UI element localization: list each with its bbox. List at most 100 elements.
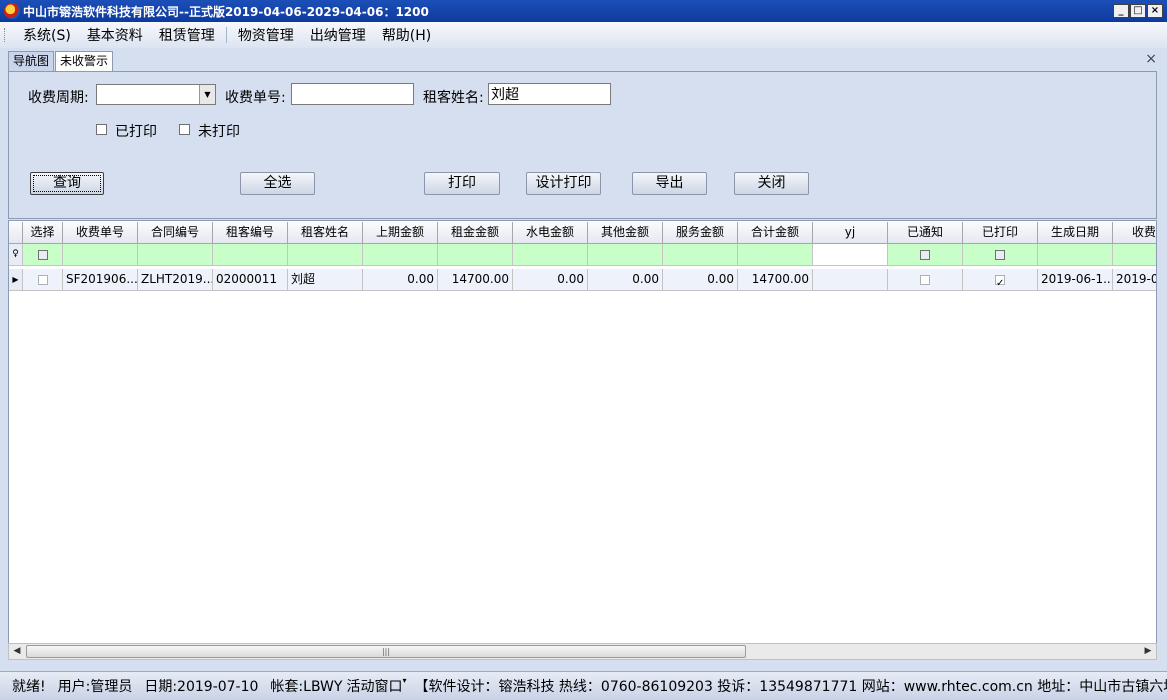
active-window-dropdown[interactable]: 活动窗口▾	[344, 676, 408, 696]
row-select-checkbox[interactable]	[37, 274, 48, 285]
tenant-name-input[interactable]	[488, 83, 611, 105]
export-button[interactable]: 导出	[632, 172, 707, 195]
status-date: 日期:2019-07-10	[144, 679, 259, 695]
menu-lease-management[interactable]: 租赁管理	[151, 25, 223, 45]
period-select[interactable]: ▼	[96, 84, 216, 105]
column-header[interactable]: yj	[813, 222, 888, 244]
filter-cell[interactable]	[23, 244, 63, 266]
print-button[interactable]: 打印	[424, 172, 500, 195]
menu-grip-icon	[4, 28, 7, 42]
title-bar: 中山市镕浩软件科技有限公司--正式版2019-04-06-2029-04-06：…	[0, 0, 1167, 22]
service-amount-cell[interactable]: 0.00	[663, 269, 738, 291]
row-pointer-icon: ▶	[9, 269, 23, 291]
menu-material-management[interactable]: 物资管理	[230, 25, 302, 45]
filter-cell[interactable]	[1038, 244, 1113, 266]
close-window-button[interactable]: ×	[1147, 4, 1163, 18]
maximize-button[interactable]: □	[1130, 4, 1146, 18]
scroll-right-icon[interactable]: ▶	[1140, 644, 1156, 659]
printed-cell[interactable]	[963, 269, 1038, 291]
menu-separator	[225, 27, 227, 43]
column-header[interactable]: 选择	[23, 222, 63, 244]
tenant-no-cell[interactable]: 02000011	[213, 269, 288, 291]
bill-no-input[interactable]	[291, 83, 414, 105]
gen-date-cell[interactable]: 2019-06-1...	[1038, 269, 1113, 291]
bills-grid: 选择 收费单号 合同编号 租客编号 租客姓名 上期金额 租金金额 水电金额 其他…	[8, 220, 1157, 660]
yj-cell[interactable]	[813, 269, 888, 291]
filter-cell[interactable]	[63, 244, 138, 266]
column-header[interactable]: 合同编号	[138, 222, 213, 244]
horizontal-scrollbar[interactable]: ◀ ||| ▶	[8, 643, 1157, 660]
filter-cell[interactable]	[138, 244, 213, 266]
column-header[interactable]: 收费周	[1113, 222, 1156, 244]
menu-help[interactable]: 帮助(H)	[374, 25, 439, 45]
design-print-button[interactable]: 设计打印	[526, 172, 601, 195]
printed-checkbox-cell[interactable]	[995, 273, 1005, 290]
minimize-button[interactable]: _	[1113, 4, 1129, 18]
unprinted-label: 未打印	[198, 124, 240, 140]
table-row[interactable]: ▶ SF201906... ZLHT2019... 02000011 刘超 0.…	[9, 269, 1156, 291]
bill-no-cell[interactable]: SF201906...	[63, 269, 138, 291]
printed-checkbox[interactable]	[96, 124, 107, 135]
period-cell[interactable]: 2019-0	[1113, 269, 1156, 291]
close-button[interactable]: 关闭	[734, 172, 809, 195]
filter-cell[interactable]	[438, 244, 513, 266]
app-logo-icon	[4, 3, 20, 19]
filter-cell[interactable]	[963, 244, 1038, 266]
filter-cell[interactable]	[513, 244, 588, 266]
filter-cell[interactable]	[738, 244, 813, 266]
period-label: 收费周期:	[28, 90, 89, 106]
menu-system[interactable]: 系统(S)	[15, 25, 79, 45]
filter-cell[interactable]	[888, 244, 963, 266]
select-all-button[interactable]: 全选	[240, 172, 315, 195]
query-button[interactable]: 查询	[30, 172, 104, 195]
total-amount-cell[interactable]: 14700.00	[738, 269, 813, 291]
column-header[interactable]: 合计金额	[738, 222, 813, 244]
filter-checkbox[interactable]	[37, 249, 48, 260]
column-header[interactable]: 租金金额	[438, 222, 513, 244]
scroll-left-icon[interactable]: ◀	[9, 644, 25, 659]
column-header[interactable]: 租客编号	[213, 222, 288, 244]
filter-checkbox[interactable]	[995, 249, 1005, 260]
tab-navigation-map[interactable]: 导航图	[8, 51, 55, 71]
notified-checkbox[interactable]	[920, 274, 930, 285]
column-header[interactable]: 已通知	[888, 222, 963, 244]
close-tab-icon[interactable]: ×	[1145, 51, 1157, 67]
status-info: 【软件设计：镕浩科技 热线：0760-86109203 投诉：135498717…	[414, 679, 1167, 695]
tenant-name-label: 租客姓名:	[423, 90, 484, 106]
unprinted-checkbox[interactable]	[179, 124, 190, 135]
utility-amount-cell[interactable]: 0.00	[513, 269, 588, 291]
column-header[interactable]: 收费单号	[63, 222, 138, 244]
window-controls: _ □ ×	[1113, 4, 1163, 18]
scroll-thumb[interactable]: |||	[26, 645, 746, 658]
other-amount-cell[interactable]: 0.00	[588, 269, 663, 291]
column-header[interactable]: 生成日期	[1038, 222, 1113, 244]
status-bar: 就绪! 用户:管理员 日期:2019-07-10 帐套:LBWY 活动窗口▾ 【…	[0, 671, 1167, 700]
window-title: 中山市镕浩软件科技有限公司--正式版2019-04-06-2029-04-06：…	[23, 4, 429, 19]
menu-cashier-management[interactable]: 出纳管理	[302, 25, 374, 45]
filter-cell[interactable]	[363, 244, 438, 266]
filter-cell[interactable]	[1113, 244, 1156, 266]
filter-cell[interactable]	[663, 244, 738, 266]
column-header[interactable]: 已打印	[963, 222, 1038, 244]
filter-checkbox[interactable]	[920, 249, 930, 260]
tab-unpaid-warning[interactable]: 未收警示	[55, 51, 114, 71]
contract-no-cell[interactable]: ZLHT2019...	[138, 269, 213, 291]
last-amount-cell[interactable]: 0.00	[363, 269, 438, 291]
filter-cell[interactable]	[588, 244, 663, 266]
column-header[interactable]: 其他金额	[588, 222, 663, 244]
notified-cell[interactable]	[888, 269, 963, 291]
column-header[interactable]: 服务金额	[663, 222, 738, 244]
row-select-cell[interactable]	[23, 269, 63, 291]
status-user: 用户:管理员	[57, 679, 133, 695]
column-header[interactable]: 租客姓名	[288, 222, 363, 244]
column-header[interactable]: 水电金额	[513, 222, 588, 244]
dropdown-arrow-icon: ▾	[402, 676, 407, 685]
filter-cell[interactable]	[213, 244, 288, 266]
filter-cell[interactable]	[288, 244, 363, 266]
menu-basic-data[interactable]: 基本资料	[79, 25, 151, 45]
tenant-name-cell[interactable]: 刘超	[288, 269, 363, 291]
chevron-down-icon[interactable]: ▼	[199, 85, 215, 104]
rent-amount-cell[interactable]: 14700.00	[438, 269, 513, 291]
filter-cell[interactable]	[813, 244, 888, 266]
column-header[interactable]: 上期金额	[363, 222, 438, 244]
